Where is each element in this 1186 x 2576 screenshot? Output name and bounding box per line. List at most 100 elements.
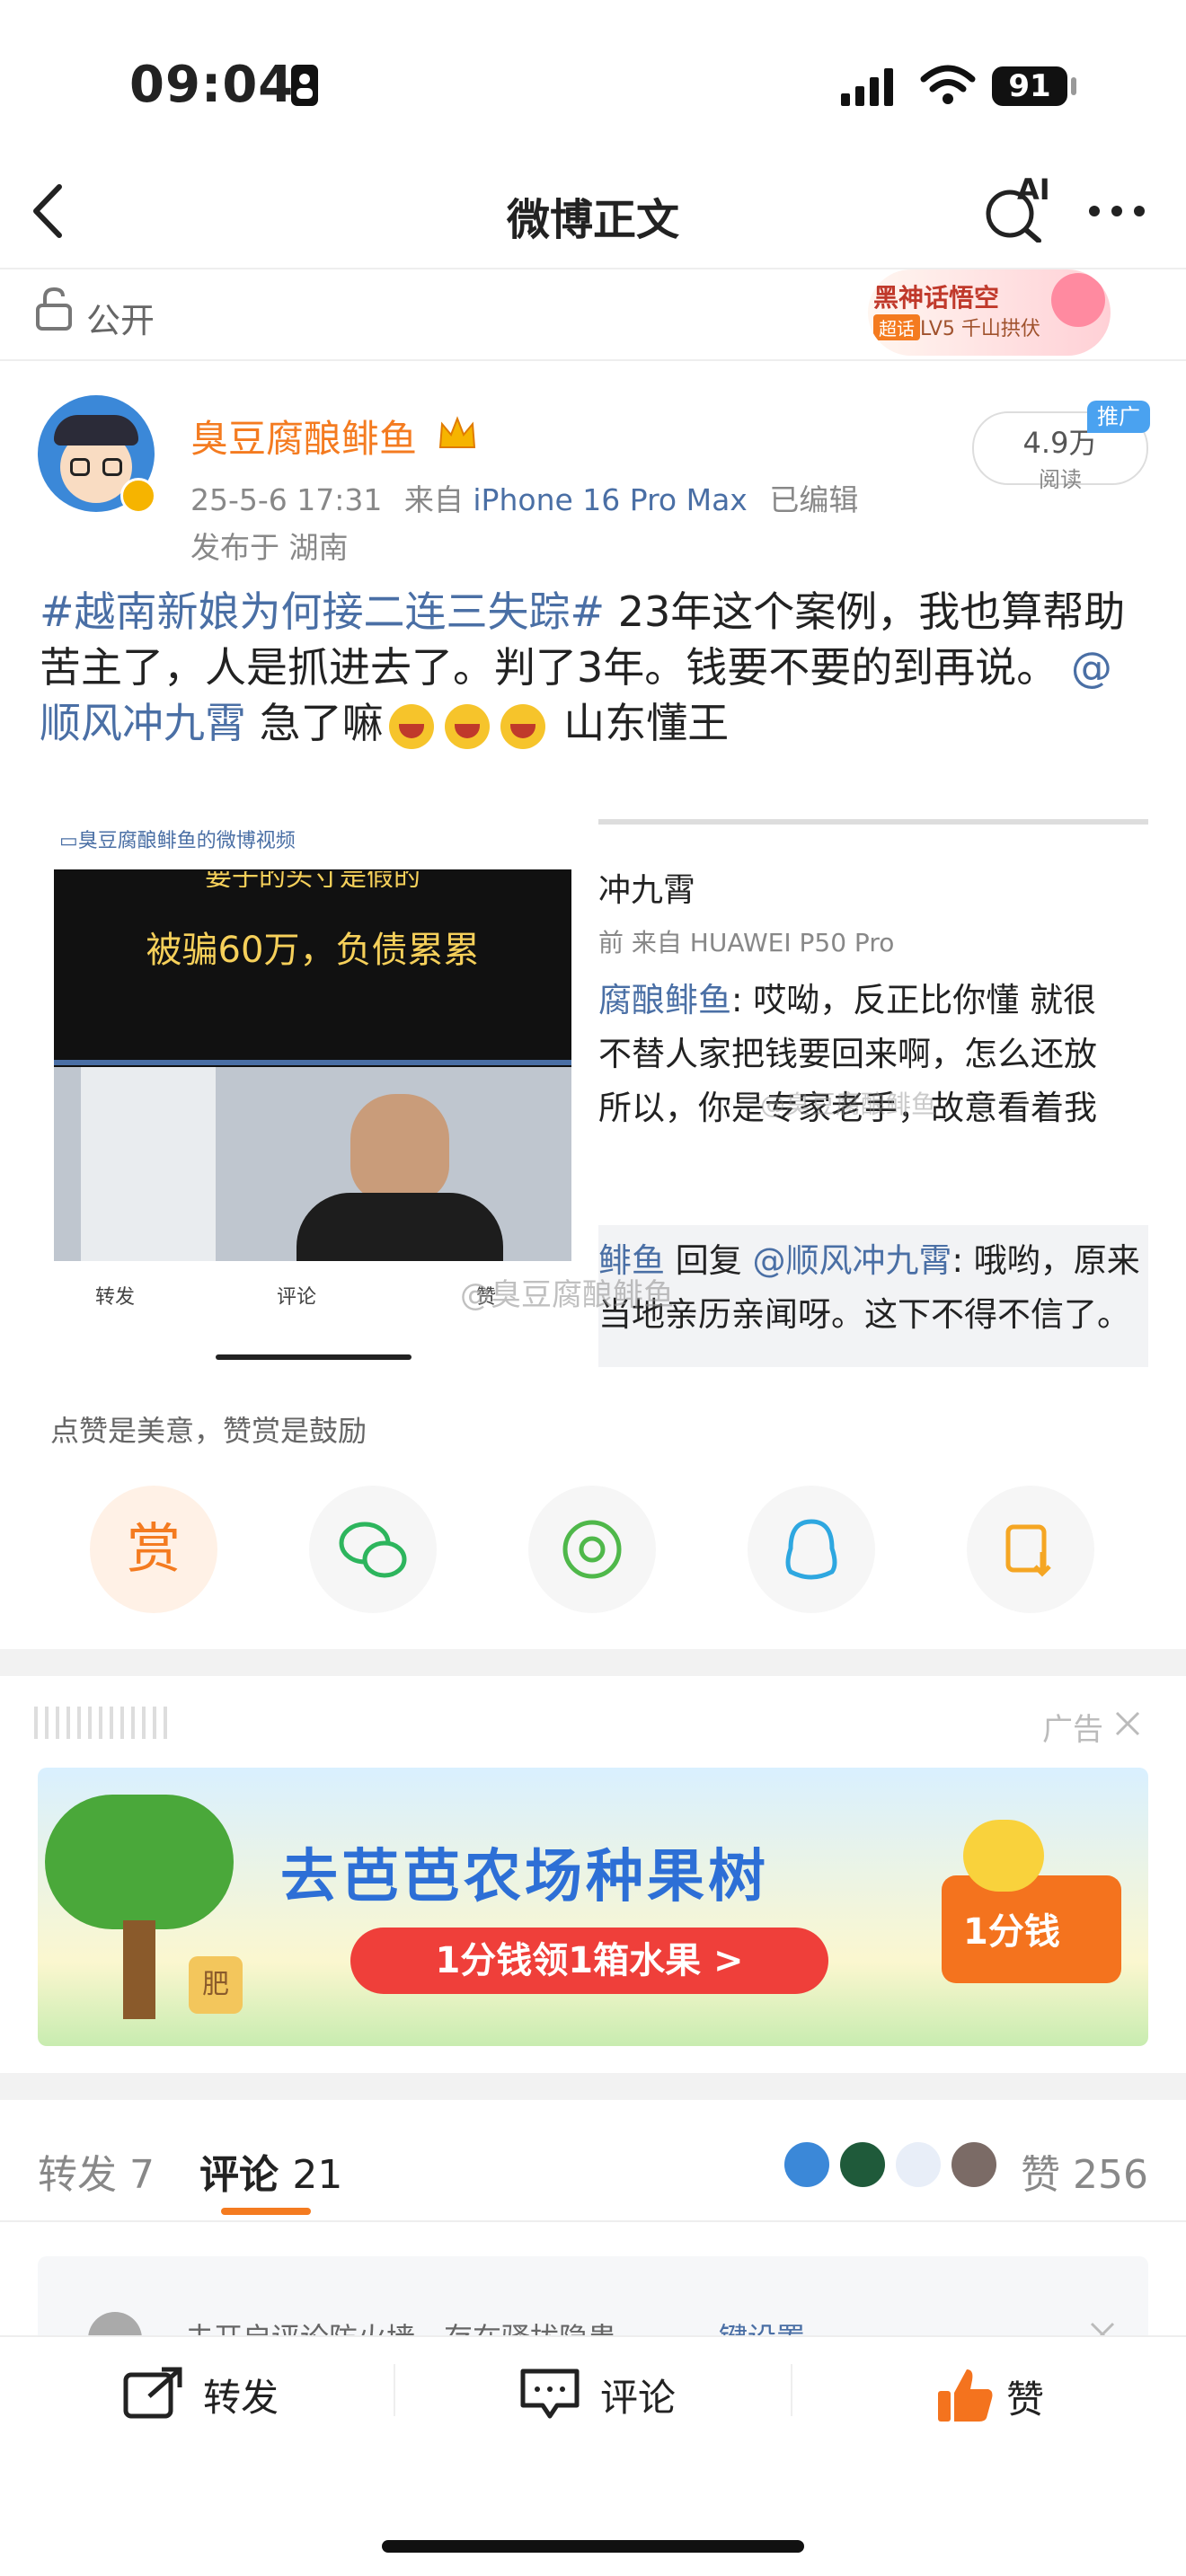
- repost-label: 转发: [203, 2376, 279, 2420]
- tree-icon: [45, 1795, 234, 1929]
- tab-like-count: 256: [1073, 2152, 1148, 2198]
- badge-level: LV5 千山拱伏: [920, 318, 1040, 340]
- status-bar: 09:04 91: [0, 0, 1186, 162]
- bar-divider: [394, 2364, 395, 2416]
- liker-avatar: [782, 2139, 832, 2190]
- section-gap: [0, 1649, 1186, 1676]
- tab-like-label: 赞: [1021, 2152, 1060, 2198]
- watermark: @臭豆腐酿鲱鱼: [760, 1090, 937, 1119]
- video-comment[interactable]: 评论: [277, 1281, 316, 1310]
- avatar-glasses-right: [102, 458, 122, 476]
- liker-avatar: [837, 2139, 888, 2190]
- signal-icon: [841, 68, 893, 106]
- grin-emoji-icon: [388, 703, 434, 749]
- qq-icon: [785, 1519, 837, 1580]
- ad-banner[interactable]: 肥 去芭芭农场种果树 1分钱领1箱水果 > 1分钱: [38, 1768, 1148, 2046]
- unlock-icon: [36, 287, 72, 331]
- avatar-glasses-left: [70, 458, 90, 476]
- video-repost[interactable]: 转发: [95, 1281, 135, 1310]
- grin-emoji-icon: [500, 703, 545, 749]
- shot-meta: 前 来自 HUAWEI P50 Pro: [598, 928, 895, 957]
- shot-line-5: 当地亲历亲闻呀。这下不得不信了。: [598, 1295, 1130, 1334]
- active-tab-indicator: [221, 2208, 311, 2215]
- tab-comment[interactable]: 评论 21: [199, 2142, 342, 2200]
- scene-shelf: [81, 1067, 216, 1261]
- verified-badge-icon: [120, 478, 156, 514]
- post-body-2: 急了嘛: [246, 699, 384, 747]
- bar-divider: [791, 2364, 792, 2416]
- shot-reply-mention: @顺风冲九霄: [752, 1241, 952, 1280]
- location: 发布于 湖南: [190, 530, 349, 565]
- fertilizer-pot: 肥: [189, 1956, 243, 2014]
- shot-line-4: 鲱鱼 回复 @顺风冲九霄: 哦哟，原来: [598, 1234, 1140, 1288]
- rose-icon: [1051, 273, 1105, 327]
- tab-like[interactable]: 赞 256: [1021, 2142, 1148, 2200]
- fruit-icon: [963, 1820, 1044, 1892]
- save-image-icon: [1005, 1524, 1051, 1577]
- reward-button[interactable]: 赏: [90, 1486, 217, 1613]
- scene-person-head: [350, 1094, 449, 1202]
- liker-avatar: [893, 2139, 943, 2190]
- shot-line-1: 腐酿鲱鱼: 哎呦，反正比你懂 就很: [598, 974, 1096, 1028]
- video-source-label: ▭臭豆腐酿鲱鱼的微博视频: [59, 830, 296, 852]
- moments-icon: [562, 1520, 622, 1579]
- shot-line-2: 不替人家把钱要回来啊，怎么还放: [598, 1035, 1097, 1073]
- clock: 09:04: [129, 56, 295, 114]
- share-wechat-button[interactable]: [309, 1486, 437, 1613]
- source-prefix: 来自: [403, 482, 464, 517]
- crown-icon: [438, 416, 476, 448]
- wifi-icon: [920, 65, 976, 104]
- thumbs-up-icon: [938, 2369, 993, 2422]
- read-label: 阅读: [1039, 467, 1082, 492]
- home-indicator: [382, 2540, 804, 2553]
- close-icon[interactable]: [1112, 1708, 1143, 1739]
- battery-indicator: 91: [992, 66, 1067, 106]
- shot-name: 冲九霄: [598, 872, 696, 909]
- repost-button[interactable]: 转发: [122, 2366, 392, 2420]
- tab-comment-count: 21: [292, 2152, 343, 2198]
- shot-reply-text: : 哦哟，原来: [951, 1241, 1140, 1280]
- edited-label[interactable]: 已编辑: [769, 482, 858, 517]
- video-separator: [54, 1060, 571, 1065]
- repost-icon: [123, 2367, 182, 2419]
- watermark: @臭豆腐酿鲱鱼: [460, 1277, 674, 1313]
- ai-search-button[interactable]: AI: [983, 172, 1050, 243]
- section-divider: [0, 359, 1186, 361]
- comment-label: 评论: [600, 2376, 677, 2420]
- lock-screen-icon: [291, 65, 318, 106]
- comment-screenshot[interactable]: 冲九霄 前 来自 HUAWEI P50 Pro 腐酿鲱鱼: 哎呦，反正比你懂 就…: [598, 819, 1148, 1367]
- tab-repost[interactable]: 转发 7: [38, 2142, 155, 2200]
- shot-top-border: [598, 819, 1148, 825]
- hashtag-link[interactable]: #越南新娘为何接二连三失踪#: [40, 587, 605, 636]
- visibility-label: 公开: [86, 301, 155, 340]
- grin-emoji-icon: [444, 703, 490, 749]
- section-gap: [0, 2073, 1186, 2100]
- shot-line1-user: 腐酿鲱鱼: [598, 981, 731, 1019]
- video-home-indicator: [216, 1354, 412, 1360]
- supertopic-badge[interactable]: 黑神话悟空 超话 LV5 千山拱伏: [868, 269, 1111, 356]
- like-button[interactable]: 赞: [934, 2366, 1114, 2425]
- promo-badge: 推广: [1087, 401, 1150, 433]
- ad-label: 广告: [1042, 1712, 1103, 1748]
- video-caption: 被骗60万，负债累累: [146, 930, 480, 971]
- video-scene: [54, 1067, 571, 1265]
- username[interactable]: 臭豆腐酿鲱鱼: [190, 409, 417, 463]
- ad-cta-button[interactable]: 1分钱领1箱水果 >: [350, 1928, 828, 1994]
- shot-reply-word: 回复: [665, 1241, 753, 1280]
- reward-label: 赏: [127, 1518, 181, 1581]
- comment-button[interactable]: 评论: [519, 2366, 789, 2420]
- post-time: 25-5-6 17:31: [190, 482, 383, 517]
- ai-label: AI: [1017, 172, 1050, 207]
- share-qq-button[interactable]: [748, 1486, 875, 1613]
- share-moments-button[interactable]: [528, 1486, 656, 1613]
- scene-person-body: [296, 1193, 503, 1265]
- more-icon[interactable]: [1085, 202, 1148, 220]
- praise-hint: 点赞是美意，赞赏是鼓励: [50, 1414, 367, 1448]
- ad-blurred-name: [34, 1707, 169, 1739]
- battery-tip: [1071, 77, 1076, 95]
- save-image-button[interactable]: [967, 1486, 1094, 1613]
- video-caption-top: 要子的头寸是假的: [205, 871, 420, 887]
- tree-trunk: [123, 1920, 155, 2019]
- comment-icon: [520, 2369, 580, 2419]
- device-link[interactable]: iPhone 16 Pro Max: [473, 482, 747, 517]
